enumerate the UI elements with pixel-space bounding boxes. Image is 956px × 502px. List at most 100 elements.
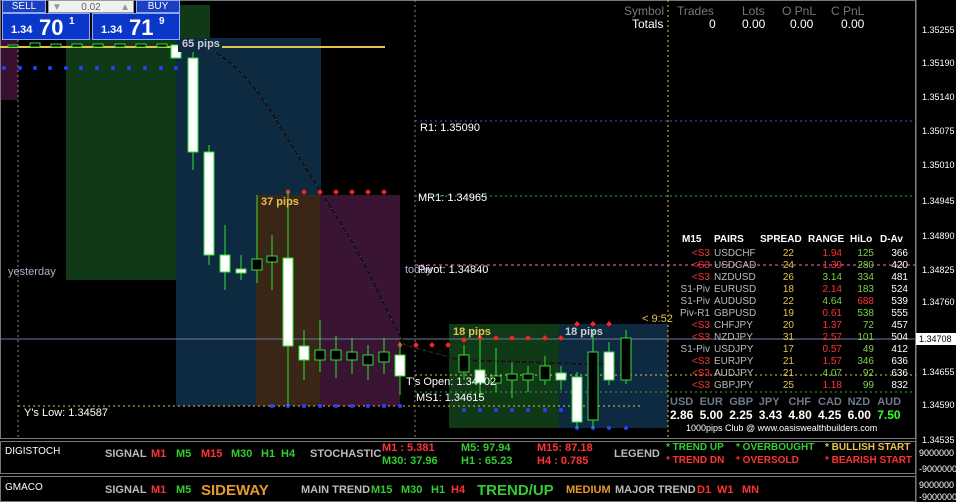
row-dav: 457 <box>891 320 908 331</box>
legend-label: LEGEND <box>614 448 660 460</box>
legend-bearish-start: * BEARISH START <box>825 455 913 466</box>
row-signal: <S3 <box>691 320 710 331</box>
lot-size-input[interactable]: ▼ 0.02 ▲ <box>48 0 134 13</box>
price-axis-label: 1.34590 <box>922 400 955 410</box>
price-axis-label: 1.34945 <box>922 196 955 206</box>
currency-header: JPY <box>758 396 780 408</box>
col-head-m15: M15 <box>682 234 702 245</box>
timeframe-label: MN <box>742 484 760 496</box>
totals-trades-value: 0 <box>709 17 716 31</box>
currency-strength: 2.86 <box>670 408 694 422</box>
row-hilo: 49 <box>862 344 874 355</box>
row-pair: EURJPY <box>714 356 754 367</box>
candle <box>71 43 83 48</box>
row-dav: 539 <box>891 296 908 307</box>
buy-price-sup: 9 <box>159 16 165 27</box>
stoch-h1: H1 : 65.23 <box>461 455 513 467</box>
row-range: 4.07 <box>822 368 842 379</box>
row-signal: <S3 <box>691 356 710 367</box>
row-spread: 25 <box>782 380 794 391</box>
lower-band-dot <box>510 408 514 412</box>
lower-band-dot <box>462 408 466 412</box>
row-signal: <S3 <box>691 272 710 283</box>
row-hilo: 92 <box>862 368 874 379</box>
timeframe-label: M30 <box>401 484 423 496</box>
totals-header-lots: Lots <box>742 4 765 18</box>
timeframe-label: H1 <box>431 484 446 496</box>
lower-band-dot <box>33 66 37 70</box>
lower-band-dot <box>302 404 306 408</box>
sell-price-prefix: 1.34 <box>11 24 33 36</box>
candle <box>92 43 104 48</box>
price-axis-label: 1.35010 <box>922 160 955 170</box>
pairs-table: M15 PAIRS SPREAD RANGE HiLo D-Av <S3 USDC… <box>668 234 914 438</box>
row-pair: EURUSD <box>714 284 757 295</box>
candle <box>571 372 583 428</box>
buy-price-prefix: 1.34 <box>101 24 123 36</box>
upper-band-dot <box>349 189 355 195</box>
currency-strength: 4.25 <box>818 408 842 422</box>
row-pair: AUDJPY <box>714 368 754 379</box>
buy-price-big: 71 <box>129 15 154 40</box>
digistoch-signal-label: SIGNAL <box>105 448 147 460</box>
lower-band-dot <box>494 408 498 412</box>
currency-strength: 7.50 <box>877 408 901 422</box>
price-axis-label: 1.34890 <box>922 231 955 241</box>
currency-header: USD <box>670 396 694 408</box>
row-pair: NZDUSD <box>714 272 756 283</box>
currency-strength: 5.00 <box>699 408 723 422</box>
lower-band-dot <box>318 404 322 408</box>
timeframe-label: M15 <box>371 484 393 496</box>
sell-label-button[interactable]: SELL <box>2 0 46 13</box>
row-spread: 21 <box>782 368 794 379</box>
legend-trend-up: * TREND UP <box>666 442 724 453</box>
currency-header: AUD <box>877 396 902 408</box>
stoch-h4: H4 : 0.785 <box>537 455 589 467</box>
row-range: 0.57 <box>822 344 842 355</box>
currency-header: NZD <box>847 396 871 408</box>
timeframe-label: M1 <box>151 484 167 496</box>
yesterday-label: yesterday <box>8 266 56 278</box>
col-head-hilo: HiLo <box>850 234 873 245</box>
stoch-m30: M30: 37.96 <box>382 455 438 467</box>
price-axis-label: 1.34825 <box>922 265 955 275</box>
sell-price-button[interactable]: 1.34 70 1 <box>2 13 90 40</box>
table-footer[interactable]: 1000pips Club @ www.oasiswealthbuilders.… <box>686 423 877 433</box>
currency-header: EUR <box>699 396 723 408</box>
row-pair: USDCHF <box>714 248 756 259</box>
trend-up-label: TREND/UP <box>477 482 554 499</box>
r1-label: R1: 1.35090 <box>420 122 480 134</box>
ts-open-label: T's Open: 1.34702 <box>406 376 497 388</box>
row-range: 1.57 <box>822 356 842 367</box>
lower-band-dot <box>127 66 131 70</box>
price-axis-label: 1.34655 <box>922 367 955 377</box>
legend-trend-dn: * TREND DN <box>666 455 725 466</box>
col-head-pairs: PAIRS <box>714 234 744 245</box>
candle <box>7 44 19 48</box>
buy-price-button[interactable]: 1.34 71 9 <box>92 13 180 40</box>
lower-band-dot <box>607 426 611 430</box>
totals-header-open-pnl: O PnL <box>782 4 817 18</box>
lower-band-dot <box>174 66 178 70</box>
row-range: 1.37 <box>822 320 842 331</box>
ms1-label: MS1: 1.34615 <box>416 392 485 404</box>
totals-closed-pnl-value: 0.00 <box>841 17 865 31</box>
row-pair: CHFJPY <box>714 320 753 331</box>
timeframe-label: M30 <box>231 448 253 460</box>
row-signal: S1-Piv <box>680 344 710 355</box>
row-dav: 636 <box>891 368 908 379</box>
col-head-dav: D-Av <box>880 234 903 245</box>
stoch-m15: M15: 87.18 <box>537 442 593 454</box>
gmaco-name: GMACO <box>5 482 43 493</box>
gmaco-signal-label: SIGNAL <box>105 484 147 496</box>
pips-label-2: 37 pips <box>261 196 299 208</box>
lower-band-dot <box>111 66 115 70</box>
buy-label-button[interactable]: BUY <box>136 0 180 13</box>
zone-green-1 <box>66 38 176 280</box>
current-price-tag: 1.34708 <box>916 333 956 345</box>
row-hilo: 334 <box>857 272 874 283</box>
timeframe-label: M1 <box>151 448 167 460</box>
row-range: 2.14 <box>822 284 842 295</box>
lower-band-dot <box>95 66 99 70</box>
currency-strength: 3.43 <box>758 408 783 422</box>
